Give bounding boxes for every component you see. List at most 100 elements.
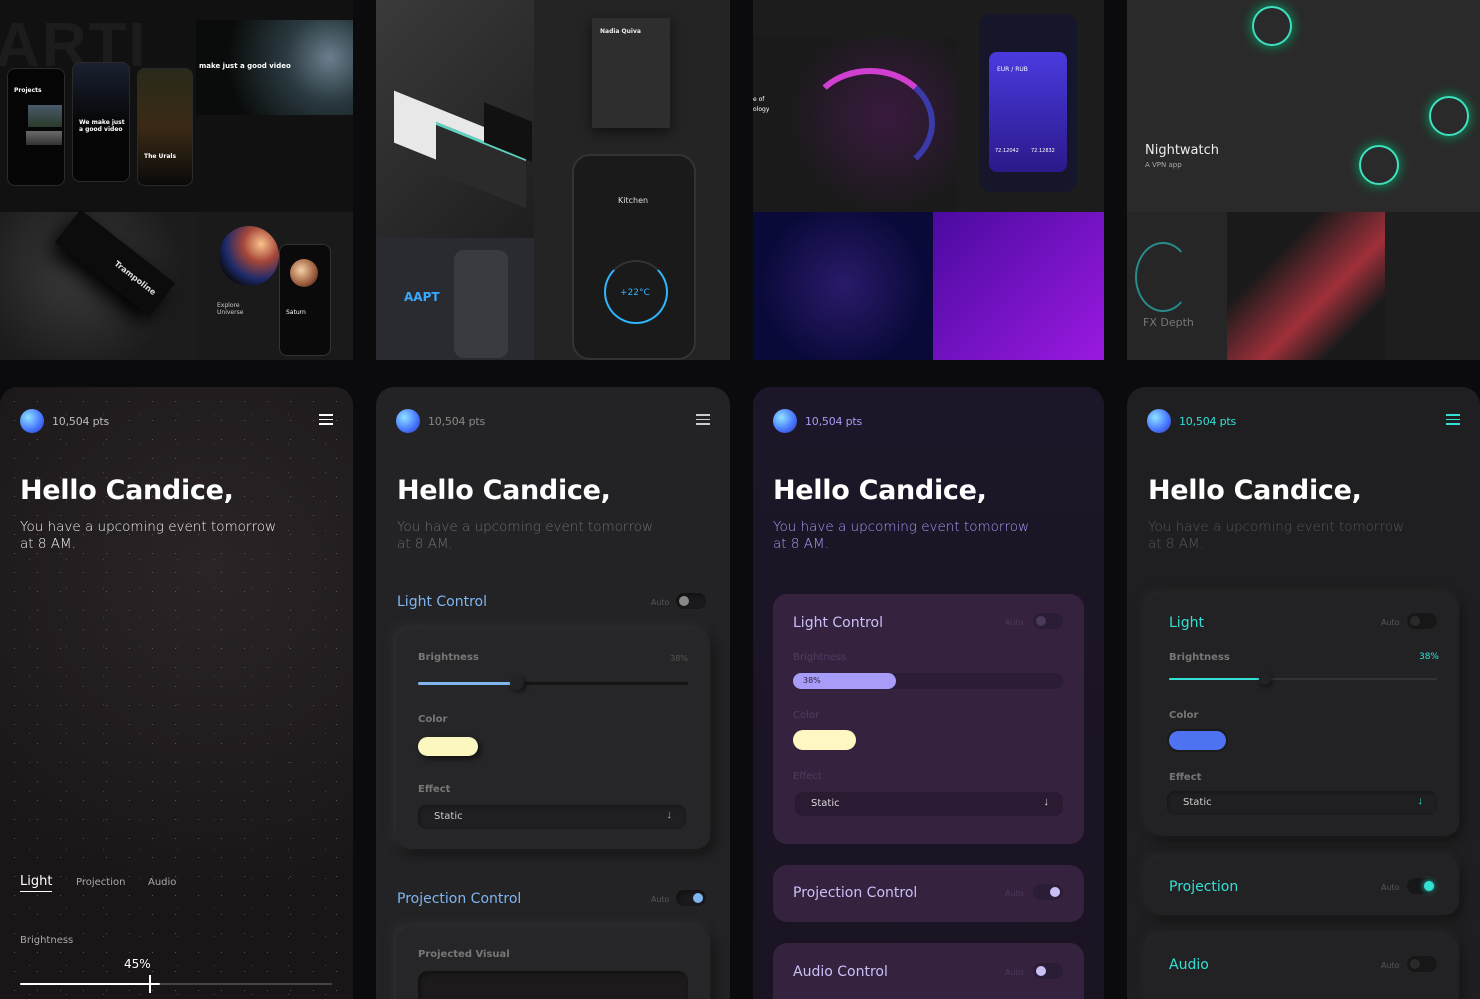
projection-control-title: Projection Control xyxy=(397,891,522,907)
audio-panel: Audio Auto xyxy=(1147,935,1459,999)
brightness-slider-handle[interactable] xyxy=(510,676,524,690)
vpn-button-1 xyxy=(1252,6,1292,46)
toggle-knob xyxy=(1036,966,1046,976)
color-swatch[interactable] xyxy=(418,737,478,756)
brightness-slider-handle[interactable] xyxy=(149,975,151,993)
projection-control-title: Projection Control xyxy=(793,885,918,901)
light-control-title: Light Control xyxy=(397,594,487,610)
projected-visual-label: Projected Visual xyxy=(418,949,510,960)
app-desc: A VPN app xyxy=(1145,161,1182,169)
effect-select-value: Static xyxy=(811,798,840,809)
menu-icon[interactable] xyxy=(319,414,333,425)
projection-auto-toggle[interactable] xyxy=(676,890,706,906)
hero-image-forest: make just a good video xyxy=(196,20,353,115)
brightness-slider-fill xyxy=(418,682,521,685)
gallery-tile-3[interactable]: e of ology EUR / RUB 72.12042 72.12832 xyxy=(753,0,1104,360)
brightness-slider-handle[interactable] xyxy=(1259,673,1271,685)
tab-projection[interactable]: Projection xyxy=(76,877,125,888)
projected-visual-preview[interactable] xyxy=(418,971,688,999)
phone-mockup-explore: Explore Universe Saturn xyxy=(197,212,353,360)
light-auto-toggle[interactable] xyxy=(676,593,706,609)
audio-title: Audio xyxy=(1169,957,1209,973)
projection-auto-toggle[interactable] xyxy=(1407,878,1437,894)
light-auto-toggle[interactable] xyxy=(1407,613,1437,629)
light-control-title: Light Control xyxy=(793,615,883,631)
effect-label: Effect xyxy=(1169,772,1202,783)
brightness-value: 38% xyxy=(1418,652,1439,662)
avatar[interactable] xyxy=(20,409,44,433)
avatar[interactable] xyxy=(1147,409,1171,433)
gallery-tile-2[interactable]: Nadia Quiva AAPT Kitchen +22°C xyxy=(376,0,730,360)
brightness-slider-fill xyxy=(20,983,161,985)
saturn-planet xyxy=(290,259,318,287)
light-title: Light xyxy=(1169,615,1204,631)
tab-audio[interactable]: Audio xyxy=(148,877,176,888)
product-box-image: Trampoline xyxy=(0,209,197,360)
avatar[interactable] xyxy=(773,409,797,433)
brightness-slider[interactable] xyxy=(1169,678,1437,680)
product-box-label: Trampoline xyxy=(112,259,158,297)
card-neumorphic: 10,504 pts Hello Candice, You have a upc… xyxy=(376,387,730,999)
trading-rate-1: 72.12042 xyxy=(995,148,1019,154)
resume-paper: Nadia Quiva xyxy=(592,18,670,128)
gallery-tile-4[interactable]: Nightwatch A VPN app FX Depth xyxy=(1127,0,1480,360)
color-swatch[interactable] xyxy=(793,730,856,750)
arrow-down-icon: ↓ xyxy=(666,809,673,821)
abstract-image-blue xyxy=(753,212,933,360)
menu-icon[interactable] xyxy=(1446,414,1460,425)
light-auto-label: Auto xyxy=(1381,618,1400,627)
resume-name: Nadia Quiva xyxy=(600,28,641,35)
brightness-slider[interactable] xyxy=(418,682,688,685)
projection-auto-label: Auto xyxy=(1381,883,1400,892)
greeting: Hello Candice, xyxy=(773,475,987,506)
gallery-tile-1[interactable]: ARTI Projects We make just a good video … xyxy=(0,0,353,360)
projection-auto-label: Auto xyxy=(651,895,670,904)
abstract-image-purple xyxy=(933,212,1104,360)
phone-projects-text: Projects xyxy=(14,87,42,94)
color-label: Color xyxy=(418,714,448,725)
phone-projects-image-2 xyxy=(26,131,62,145)
settings-screen xyxy=(1385,212,1480,360)
brightness-value: 45% xyxy=(124,957,151,971)
brightness-label: Brightness xyxy=(20,935,74,946)
color-label: Color xyxy=(1169,710,1199,721)
tab-light[interactable]: Light xyxy=(20,874,53,892)
card-header: 10,504 pts xyxy=(773,409,1084,435)
event-subtitle: You have a upcoming event tomorrow at 8 … xyxy=(20,519,277,552)
points-counter: 10,504 pts xyxy=(52,415,110,428)
toggle-knob xyxy=(1036,616,1046,626)
card-header: 10,504 pts xyxy=(1147,409,1460,435)
audio-auto-toggle[interactable] xyxy=(1033,963,1063,979)
event-subtitle: You have a upcoming event tomorrow at 8 … xyxy=(1148,519,1405,552)
audio-auto-toggle[interactable] xyxy=(1407,956,1437,972)
light-auto-toggle[interactable] xyxy=(1033,613,1063,629)
landing-text-1: e of xyxy=(753,96,765,103)
menu-icon[interactable] xyxy=(696,414,710,425)
kitchen-title: Kitchen xyxy=(618,196,649,205)
product-box: Trampoline xyxy=(54,209,176,317)
card-starry: 10,504 pts Hello Candice, You have a upc… xyxy=(0,387,353,999)
avatar[interactable] xyxy=(396,409,420,433)
brightness-label: Brightness xyxy=(793,652,847,663)
greeting: Hello Candice, xyxy=(1148,475,1362,506)
card-header: 10,504 pts xyxy=(396,409,710,435)
trading-pair: EUR / RUB xyxy=(997,66,1028,73)
effect-select-value: Static xyxy=(1183,797,1212,808)
brightness-slider[interactable] xyxy=(20,983,332,985)
light-panel: Brightness 38% Color Effect Static ↓ xyxy=(396,629,710,849)
color-swatch[interactable] xyxy=(1169,731,1226,750)
phone-mockup-saturn: Saturn xyxy=(279,244,331,356)
brightness-slider[interactable]: 38% xyxy=(793,673,1063,689)
toggle-knob xyxy=(1410,959,1420,969)
color-label: Color xyxy=(793,710,820,721)
effect-select[interactable]: Static ↓ xyxy=(1167,791,1437,815)
projection-auto-toggle[interactable] xyxy=(1033,884,1063,900)
greeting: Hello Candice, xyxy=(20,475,234,506)
effect-select[interactable]: Static ↓ xyxy=(418,805,686,829)
remote-device xyxy=(454,250,508,358)
effect-label: Effect xyxy=(418,784,451,795)
effect-select[interactable]: Static ↓ xyxy=(795,792,1063,816)
toggle-knob xyxy=(1410,616,1420,626)
toggle-knob xyxy=(679,596,689,606)
card-teal: 10,504 pts Hello Candice, You have a upc… xyxy=(1127,387,1480,999)
